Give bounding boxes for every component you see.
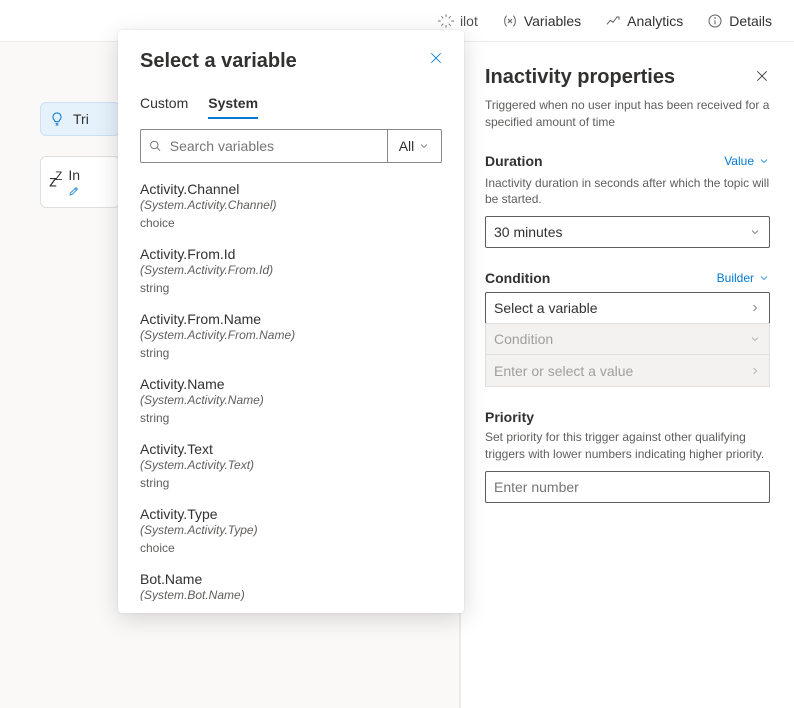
variable-path: (System.Activity.Name) <box>140 393 438 407</box>
duration-mode-toggle[interactable]: Value <box>724 154 770 168</box>
variable-list[interactable]: Activity.Channel(System.Activity.Channel… <box>140 175 442 601</box>
chevron-down-icon <box>758 272 770 284</box>
trigger-node-label: Tri <box>73 111 89 127</box>
condition-operator-select[interactable]: Condition <box>485 323 770 355</box>
variable-path: (System.Activity.Channel) <box>140 198 438 212</box>
tab-custom[interactable]: Custom <box>140 89 188 119</box>
variable-item[interactable]: Activity.Text(System.Activity.Text) strin… <box>140 435 438 500</box>
variable-name: Activity.Channel <box>140 181 438 197</box>
variable-type: string <box>140 346 438 360</box>
priority-input[interactable] <box>494 479 761 495</box>
variables-icon <box>502 13 518 29</box>
popup-tabs: Custom System <box>140 89 442 119</box>
variable-item[interactable]: Activity.From.Id(System.Activity.From.Id… <box>140 240 438 305</box>
chevron-down-icon <box>418 140 430 152</box>
chevron-down-icon <box>749 226 761 238</box>
variable-name: Bot.Name <box>140 571 438 587</box>
variable-name: Activity.From.Name <box>140 311 438 327</box>
info-icon <box>707 13 723 29</box>
filter-label: All <box>399 138 415 154</box>
variable-type: choice <box>140 216 438 230</box>
duration-label: Duration <box>485 153 543 169</box>
chevron-down-icon <box>758 155 770 167</box>
popup-title: Select a variable <box>140 50 442 73</box>
sparkle-icon <box>438 13 454 29</box>
popup-close-button[interactable] <box>428 50 444 69</box>
priority-description: Set priority for this trigger against ot… <box>485 429 770 463</box>
variable-path: (System.Bot.Name) <box>140 588 438 601</box>
toolbar-copilot-label: ilot <box>460 13 478 29</box>
search-row: All <box>140 129 442 163</box>
variable-item[interactable]: Activity.Type(System.Activity.Type) choic… <box>140 500 438 565</box>
condition-variable-placeholder: Select a variable <box>494 300 598 316</box>
variable-type: string <box>140 411 438 425</box>
variable-name: Activity.From.Id <box>140 246 438 262</box>
analytics-icon <box>605 13 621 29</box>
inactive-node-label: In <box>68 167 80 183</box>
variable-name: Activity.Name <box>140 376 438 392</box>
variable-item[interactable]: Activity.Name(System.Activity.Name) strin… <box>140 370 438 435</box>
variable-name: Activity.Type <box>140 506 438 522</box>
condition-value-select[interactable]: Enter or select a value <box>485 355 770 387</box>
variable-path: (System.Activity.Text) <box>140 458 438 472</box>
trigger-node[interactable]: Tri <box>40 102 120 136</box>
properties-title: Inactivity properties <box>485 66 675 89</box>
variable-path: (System.Activity.Type) <box>140 523 438 537</box>
condition-label: Condition <box>485 270 550 286</box>
condition-variable-select[interactable]: Select a variable <box>485 292 770 324</box>
variable-type: string <box>140 281 438 295</box>
variable-item[interactable]: Bot.Name(System.Bot.Name)string <box>140 565 438 601</box>
chevron-right-icon <box>749 365 761 377</box>
condition-operator-placeholder: Condition <box>494 331 553 347</box>
duration-description: Inactivity duration in seconds after whi… <box>485 175 770 209</box>
properties-panel: Inactivity properties Triggered when no … <box>460 42 794 708</box>
inactive-node[interactable]: zZ In <box>40 156 120 208</box>
toolbar-variables-button[interactable]: Variables <box>492 7 591 35</box>
priority-label: Priority <box>485 409 770 425</box>
properties-description: Triggered when no user input has been re… <box>485 97 770 131</box>
close-icon <box>428 50 444 66</box>
priority-input-wrapper <box>485 471 770 503</box>
toolbar-analytics-button[interactable]: Analytics <box>595 7 693 35</box>
properties-close-button[interactable] <box>754 68 770 87</box>
edit-icon <box>68 185 80 197</box>
lightbulb-icon <box>49 111 65 127</box>
toolbar-details-label: Details <box>729 13 772 29</box>
zz-icon: zZ <box>49 169 60 191</box>
toolbar-variables-label: Variables <box>524 13 581 29</box>
variable-item[interactable]: Activity.Channel(System.Activity.Channel… <box>140 175 438 240</box>
duration-select[interactable]: 30 minutes <box>485 216 770 248</box>
toolbar-details-button[interactable]: Details <box>697 7 782 35</box>
variable-selector-popup: Select a variable Custom System All Acti… <box>118 30 464 613</box>
variable-item[interactable]: Activity.From.Name(System.Activity.From.… <box>140 305 438 370</box>
variable-type: choice <box>140 541 438 555</box>
tab-system[interactable]: System <box>208 89 258 119</box>
chevron-right-icon <box>749 302 761 314</box>
condition-value-placeholder: Enter or select a value <box>494 363 633 379</box>
variable-name: Activity.Text <box>140 441 438 457</box>
condition-mode-toggle[interactable]: Builder <box>717 271 770 285</box>
search-input[interactable] <box>170 138 379 154</box>
variable-type: string <box>140 476 438 490</box>
chevron-down-icon <box>749 333 761 345</box>
toolbar-analytics-label: Analytics <box>627 13 683 29</box>
filter-select[interactable]: All <box>387 130 441 162</box>
variable-path: (System.Activity.From.Id) <box>140 263 438 277</box>
variable-path: (System.Activity.From.Name) <box>140 328 438 342</box>
close-icon <box>754 68 770 84</box>
duration-value: 30 minutes <box>494 224 562 240</box>
search-icon <box>149 139 162 153</box>
